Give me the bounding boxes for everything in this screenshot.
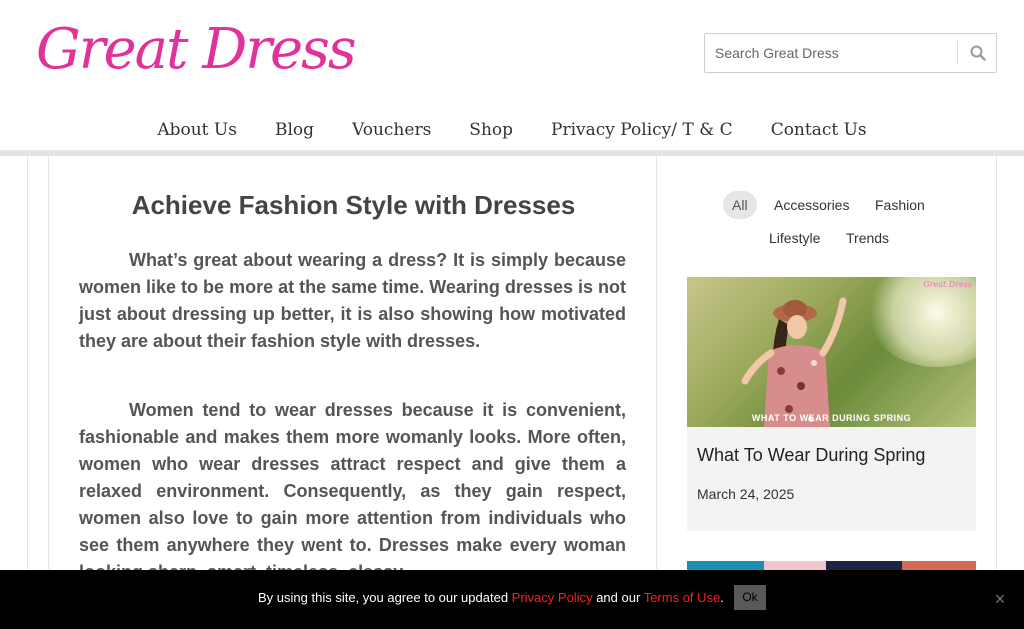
site-logo[interactable]: Great Dress <box>36 14 357 86</box>
post-thumbnail[interactable]: Great Dress WHAT TO WEAR DURING SPRING <box>687 277 976 427</box>
cookie-message: By using this site, you agree to our upd… <box>258 590 724 605</box>
nav-vouchers[interactable]: Vouchers <box>333 114 450 146</box>
privacy-policy-link[interactable]: Privacy Policy <box>512 590 593 605</box>
filter-accessories[interactable]: Accessories <box>765 191 858 219</box>
cookie-text: By using this site, you agree to our upd… <box>258 590 512 605</box>
logo-text: Great Dress <box>36 17 357 82</box>
woman-figure-illustration <box>741 297 847 427</box>
article-paragraph: Women tend to wear dresses because it is… <box>79 400 626 582</box>
terms-of-use-link[interactable]: Terms of Use <box>644 590 721 605</box>
search-box <box>704 33 997 73</box>
main-nav: About Us Blog Vouchers Shop Privacy Poli… <box>0 114 1024 146</box>
site-header: Great Dress About Us Blog Vouchers Shop … <box>0 0 1024 150</box>
filter-fashion[interactable]: Fashion <box>866 191 934 219</box>
thumbnail-caption: WHAT TO WEAR DURING SPRING <box>751 413 912 423</box>
cookie-text: and our <box>592 590 644 605</box>
nav-shop[interactable]: Shop <box>450 114 532 146</box>
post-title[interactable]: What To Wear During Spring <box>697 445 925 466</box>
article-paragraph: What’s great about wearing a dress? It i… <box>79 250 626 351</box>
cookie-banner: By using this site, you agree to our upd… <box>0 570 1024 629</box>
search-input[interactable] <box>705 34 957 72</box>
filter-all[interactable]: All <box>723 191 757 219</box>
cookie-text: . <box>720 590 724 605</box>
search-icon <box>970 45 986 61</box>
nav-blog[interactable]: Blog <box>256 114 333 146</box>
article-title: Achieve Fashion Style with Dresses <box>131 190 576 220</box>
search-button[interactable] <box>958 34 997 72</box>
nav-about-us[interactable]: About Us <box>138 114 256 146</box>
thumbnail-watermark: Great Dress <box>923 280 972 289</box>
filter-lifestyle[interactable]: Lifestyle <box>760 224 829 252</box>
close-icon[interactable]: × <box>990 589 1010 609</box>
filter-trends[interactable]: Trends <box>837 224 898 252</box>
nav-privacy-policy[interactable]: Privacy Policy/ T & C <box>532 114 752 146</box>
article: Achieve Fashion Style with Dresses What’… <box>48 156 657 629</box>
thumbnail-sunlight <box>867 277 976 367</box>
post-card[interactable]: Great Dress WHAT TO WEAR DURING SPRING W… <box>687 277 976 531</box>
cookie-ok-button[interactable]: Ok <box>734 585 766 610</box>
nav-contact-us[interactable]: Contact Us <box>752 114 886 146</box>
post-date: March 24, 2025 <box>697 486 795 502</box>
